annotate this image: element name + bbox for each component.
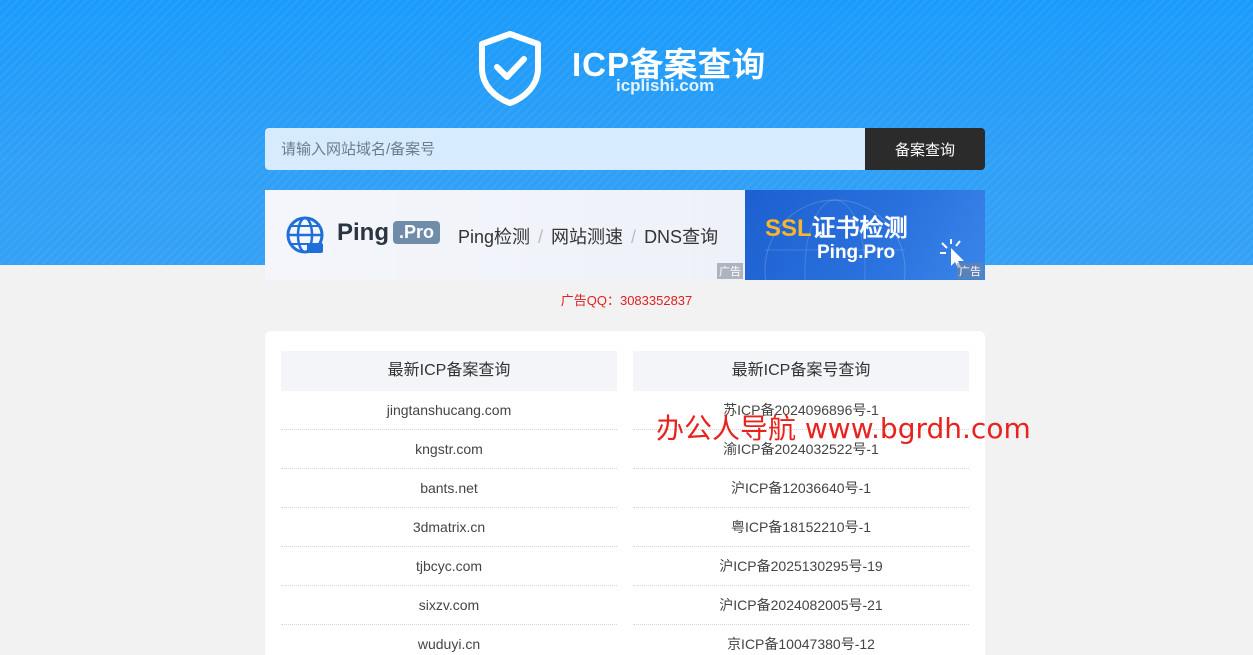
license-link[interactable]: 京ICP备10047380号-12 — [727, 636, 875, 652]
divider: / — [631, 227, 637, 247]
domain-link[interactable]: kngstr.com — [415, 441, 483, 457]
domain-link[interactable]: sixzv.com — [419, 597, 479, 613]
ad-title-rest: 证书检测 — [811, 215, 908, 242]
ad-contact-text: 广告QQ：3083352837 — [560, 293, 693, 308]
ad-subtitle: Ping.Pro — [817, 242, 896, 263]
list-item: 京ICP备10047380号-12 — [633, 625, 969, 655]
domain-link[interactable]: jingtanshucang.com — [387, 402, 512, 418]
ad-link-speed[interactable]: 网站测速 — [551, 227, 623, 247]
shield-check-icon — [479, 31, 541, 106]
list-item: tjbcyc.com — [281, 547, 617, 586]
license-link[interactable]: 沪ICP备2024082005号-21 — [719, 597, 882, 613]
list-header: 最新ICP备案查询 — [281, 351, 617, 391]
site-domain: icplishi.com — [616, 76, 715, 95]
site-logo[interactable]: ICP备案查询 icplishi.com — [476, 30, 776, 106]
ad-link-ping[interactable]: Ping检测 — [458, 227, 530, 247]
latest-records-panel: 最新ICP备案查询 jingtanshucang.com kngstr.com … — [265, 331, 985, 655]
list-item: 沪ICP备12036640号-1 — [633, 469, 969, 508]
domain-link[interactable]: bants.net — [420, 480, 478, 496]
search-button[interactable]: 备案查询 — [865, 128, 985, 170]
list-item: bants.net — [281, 469, 617, 508]
ping-pro-ad[interactable]: Ping .Pro Ping检测 / 网站测速 / DNS查询 广告 — [265, 190, 745, 280]
watermark-text: 办公人导航 www.bgrdh.com — [656, 412, 1031, 445]
domain-link[interactable]: wuduyi.cn — [418, 636, 480, 652]
license-link[interactable]: 沪ICP备2025130295号-19 — [719, 558, 882, 574]
list-item: jingtanshucang.com — [281, 391, 617, 430]
ad-title: SSL证书检测 — [765, 208, 908, 243]
ad-title-accent: SSL — [765, 215, 812, 242]
search-bar: 备案查询 — [265, 128, 985, 170]
domain-link[interactable]: 3dmatrix.cn — [413, 519, 485, 535]
list-item: 沪ICP备2024082005号-21 — [633, 586, 969, 625]
list-item: 沪ICP备2025130295号-19 — [633, 547, 969, 586]
ad-links: Ping检测 / 网站测速 / DNS查询 — [458, 223, 718, 249]
latest-license-list: 最新ICP备案号查询 苏ICP备2024096896号-1 渝ICP备20240… — [633, 351, 969, 655]
license-link[interactable]: 粤ICP备18152210号-1 — [731, 519, 871, 535]
ad-brand-suffix: .Pro — [393, 221, 441, 244]
list-item: wuduyi.cn — [281, 625, 617, 655]
ad-brand: Ping — [337, 219, 389, 246]
ad-tag: 广告 — [717, 263, 743, 279]
latest-domain-list: 最新ICP备案查询 jingtanshucang.com kngstr.com … — [281, 351, 617, 655]
list-item: kngstr.com — [281, 430, 617, 469]
ad-tag: 广告 — [957, 263, 983, 279]
search-input[interactable] — [265, 128, 865, 170]
divider: / — [538, 227, 544, 247]
license-link[interactable]: 沪ICP备12036640号-1 — [731, 480, 871, 496]
ad-link-dns[interactable]: DNS查询 — [644, 227, 718, 247]
globe-icon — [286, 216, 324, 254]
list-item: sixzv.com — [281, 586, 617, 625]
list-item: 3dmatrix.cn — [281, 508, 617, 547]
ssl-check-ad[interactable]: SSL证书检测 Ping.Pro 广告 — [745, 190, 985, 280]
list-header: 最新ICP备案号查询 — [633, 351, 969, 391]
list-item: 粤ICP备18152210号-1 — [633, 508, 969, 547]
domain-link[interactable]: tjbcyc.com — [416, 558, 482, 574]
